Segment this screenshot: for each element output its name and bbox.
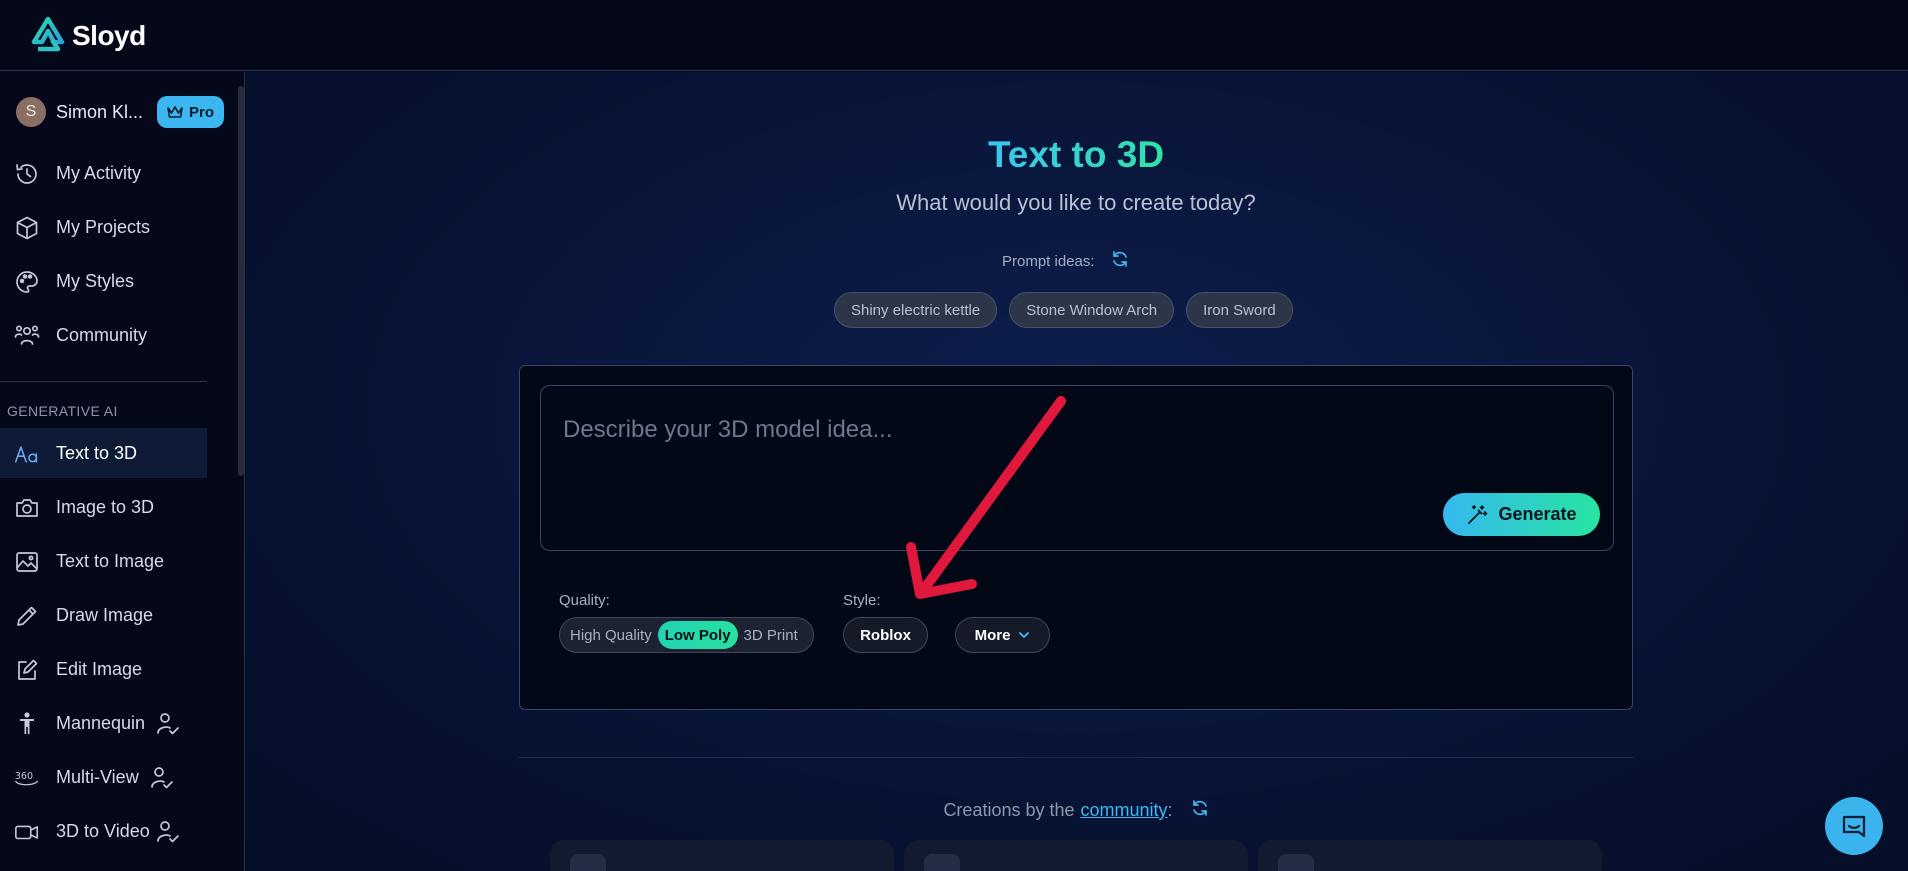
camera-icon xyxy=(14,495,40,521)
style-more-dropdown[interactable]: More xyxy=(955,617,1050,653)
quality-option-low-poly[interactable]: Low Poly xyxy=(657,621,738,649)
quality-option-high-quality[interactable]: High Quality xyxy=(564,627,658,644)
text-aa-icon xyxy=(14,441,40,467)
prompt-input[interactable]: Describe your 3D model idea... Generate xyxy=(540,385,1614,551)
user-check-icon xyxy=(150,765,174,796)
sidebar: S Simon Kl... Pro My Activity My Project… xyxy=(0,72,245,871)
refresh-icon[interactable] xyxy=(1111,250,1129,273)
user-check-icon xyxy=(156,711,180,742)
360-icon: 360 xyxy=(14,765,40,791)
sidebar-item-3d-to-video[interactable]: 3D to Video xyxy=(0,806,207,856)
community-heading: Creations by the community: xyxy=(246,799,1906,822)
quality-toggle: High Quality Low Poly 3D Print xyxy=(559,617,814,653)
sidebar-item-label: Multi-View xyxy=(56,766,139,787)
top-bar: Sloyd xyxy=(0,0,1908,71)
chevron-down-icon xyxy=(1019,632,1030,638)
sidebar-item-label: Text to Image xyxy=(56,550,165,571)
edit-icon xyxy=(14,657,40,683)
pro-badge[interactable]: Pro xyxy=(157,96,225,128)
sidebar-item-draw-image[interactable]: Draw Image xyxy=(0,590,207,640)
sloyd-logo-icon xyxy=(31,16,65,52)
sidebar-item-label: Draw Image xyxy=(56,604,154,625)
pro-badge-label: Pro xyxy=(189,103,215,121)
sidebar-item-mannequin[interactable]: Mannequin xyxy=(0,698,207,748)
sidebar-item-label: My Projects xyxy=(56,216,151,237)
section-separator xyxy=(519,757,1633,758)
user-check-icon xyxy=(156,819,180,850)
page-title: Text to 3D xyxy=(987,134,1165,175)
quality-option-3d-print[interactable]: 3D Print xyxy=(738,627,804,644)
community-suffix: : xyxy=(1167,800,1173,820)
sidebar-item-label: My Styles xyxy=(56,270,135,291)
sidebar-item-my-activity[interactable]: My Activity xyxy=(0,148,207,198)
sidebar-item-label: Community xyxy=(56,324,148,345)
sidebar-item-label: 3D to Video xyxy=(56,820,150,841)
style-more-label: More xyxy=(974,626,1011,644)
mannequin-icon xyxy=(14,711,40,737)
prompt-chip[interactable]: Iron Sword xyxy=(1186,292,1293,328)
magic-wand-icon xyxy=(1468,504,1488,524)
crown-icon xyxy=(167,106,183,118)
quality-label: Quality: xyxy=(559,592,610,609)
refresh-icon[interactable] xyxy=(1191,799,1209,822)
prompt-chip[interactable]: Shiny electric kettle xyxy=(834,292,998,328)
sidebar-item-label: Edit Image xyxy=(56,658,143,679)
generate-button-label: Generate xyxy=(1498,504,1577,524)
sidebar-item-text-to-image[interactable]: Text to Image xyxy=(0,536,207,586)
style-roblox-button[interactable]: Roblox xyxy=(843,617,928,653)
cube-icon xyxy=(14,215,40,241)
page-subtitle: What would you like to create today? xyxy=(896,190,1256,215)
sidebar-item-image-to-3d[interactable]: Image to 3D xyxy=(0,482,207,532)
sidebar-item-edit-image[interactable]: Edit Image xyxy=(0,644,207,694)
video-icon xyxy=(14,819,40,845)
sidebar-item-label: My Activity xyxy=(56,162,142,183)
user-name: Simon Kl... xyxy=(56,101,144,122)
community-card[interactable] xyxy=(904,840,1248,871)
svg-text:360: 360 xyxy=(15,771,33,782)
sloyd-logo[interactable]: Sloyd xyxy=(28,16,146,56)
sidebar-item-community[interactable]: Community xyxy=(0,310,207,360)
prompt-ideas-label: Prompt ideas: xyxy=(1002,253,1095,270)
sidebar-item-label: Mannequin xyxy=(56,712,146,733)
avatar: S xyxy=(16,97,46,127)
brand-name: Sloyd xyxy=(72,20,146,51)
sidebar-item-my-styles[interactable]: My Styles xyxy=(0,256,207,306)
users-icon xyxy=(14,323,40,349)
image-icon xyxy=(14,549,40,575)
generation-card: Describe your 3D model idea... Generate … xyxy=(519,365,1633,710)
card-thumbnail xyxy=(570,854,606,871)
pencil-icon xyxy=(14,603,40,629)
generate-button[interactable]: Generate xyxy=(1443,493,1600,536)
sidebar-item-my-projects[interactable]: My Projects xyxy=(0,202,207,252)
user-profile[interactable]: S Simon Kl... Pro xyxy=(16,96,225,128)
history-icon xyxy=(14,161,40,187)
sidebar-scrollbar[interactable] xyxy=(238,86,244,476)
sidebar-item-label: Text to 3D xyxy=(56,442,138,463)
chat-icon xyxy=(1842,815,1866,838)
sidebar-item-text-to-3d[interactable]: Text to 3D xyxy=(0,428,207,478)
card-thumbnail xyxy=(924,854,960,871)
prompt-ideas: Prompt ideas: xyxy=(1002,250,1129,273)
prompt-chips: Shiny electric kettle Stone Window Arch … xyxy=(834,292,1293,328)
prompt-chip[interactable]: Stone Window Arch xyxy=(1009,292,1175,328)
style-label: Style: xyxy=(843,592,881,609)
community-link[interactable]: community xyxy=(1081,800,1168,821)
community-prefix: Creations by the xyxy=(943,800,1075,820)
sidebar-item-label: Image to 3D xyxy=(56,496,155,517)
community-card[interactable] xyxy=(1258,840,1602,871)
chat-launcher-button[interactable] xyxy=(1825,797,1883,855)
main-content: Text to 3D What would you like to create… xyxy=(246,72,1908,871)
prompt-input-placeholder: Describe your 3D model idea... xyxy=(563,416,893,443)
section-label-generative-ai: GENERATIVE AI xyxy=(7,403,118,419)
card-thumbnail xyxy=(1278,854,1314,871)
sidebar-item-multi-view[interactable]: 360 Multi-View xyxy=(0,752,207,802)
community-card[interactable] xyxy=(550,840,894,871)
palette-icon xyxy=(14,269,40,295)
sidebar-divider xyxy=(0,381,207,382)
